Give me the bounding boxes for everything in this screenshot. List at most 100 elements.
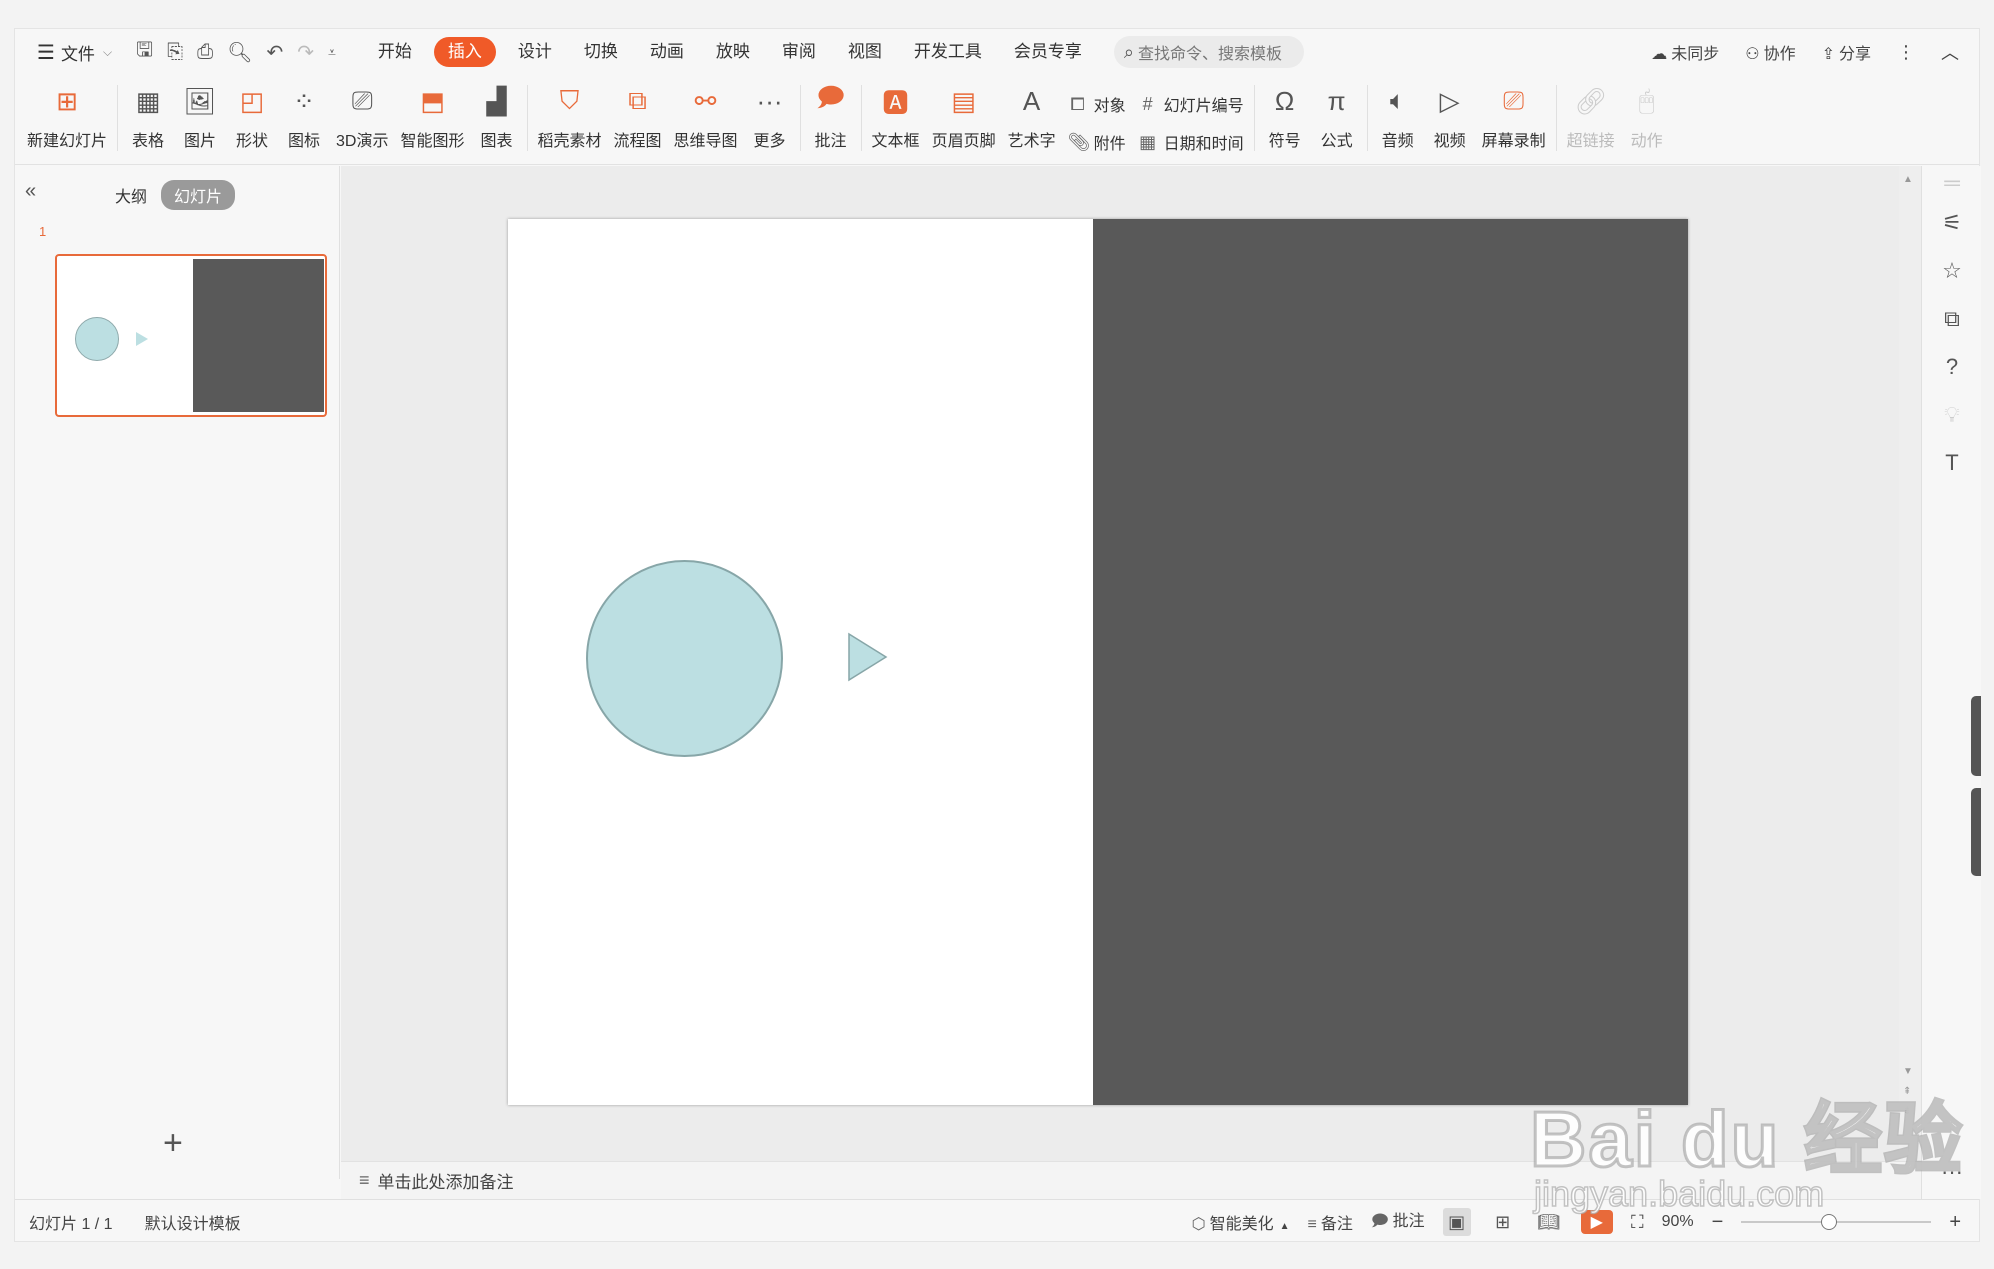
collab-button[interactable]: ⚇ 协作 xyxy=(1745,40,1795,64)
audio-button[interactable]: 🔈︎ 音频 xyxy=(1372,75,1424,159)
screen-record-button[interactable]: ⎚ 屏幕录制 xyxy=(1476,75,1552,159)
sync-button[interactable]: ☁ 未同步 xyxy=(1651,40,1719,64)
more-options-icon[interactable]: ⋮ xyxy=(1897,42,1915,63)
comment-button[interactable]: 🗩 批注 xyxy=(805,75,857,159)
notes-toggle-button[interactable]: ≡ 备注 xyxy=(1308,1210,1353,1234)
tab-design[interactable]: 设计 xyxy=(502,37,568,67)
smartart-button[interactable]: ⬒ 智能图形 xyxy=(394,75,470,159)
video-button[interactable]: ▷ 视频 xyxy=(1424,75,1476,159)
play-slideshow-button[interactable]: ▶ xyxy=(1580,1210,1613,1234)
right-sidebar: ═ ⚟ ☆ ⧉ ? 💡︎ T ··· xyxy=(1921,166,1981,1199)
slide-number-button[interactable]: # 幻灯片编号 xyxy=(1138,92,1244,116)
mindmap-button[interactable]: ⚯ 思维导图 xyxy=(668,75,744,159)
zoom-slider[interactable] xyxy=(1741,1214,1932,1230)
picture-button[interactable]: 🖼︎ 图片 xyxy=(174,75,226,159)
collapse-panel-icon[interactable]: « xyxy=(25,180,36,203)
more-button[interactable]: ··· 更多 xyxy=(744,75,796,159)
zoom-level[interactable]: 90% xyxy=(1662,1213,1694,1231)
dark-rectangle-shape[interactable] xyxy=(1093,219,1688,1105)
tab-view[interactable]: 视图 xyxy=(832,37,898,67)
attachment-button[interactable]: 📎︎ 附件 xyxy=(1068,130,1126,154)
collapse-ribbon-icon[interactable]: ︿ xyxy=(1941,39,1959,65)
triangle-shape[interactable] xyxy=(848,632,888,682)
video-icon: ▷ xyxy=(1439,85,1460,116)
search-box[interactable]: ⌕ 查找命令、搜索模板 xyxy=(1113,36,1304,68)
tab-member[interactable]: 会员专享 xyxy=(998,37,1098,67)
format-painter-icon[interactable]: ⎘ xyxy=(167,41,183,64)
star-icon[interactable]: ☆ xyxy=(1940,258,1964,284)
scroll-down-icon[interactable]: ▼ xyxy=(1903,1066,1913,1077)
textbox-button[interactable]: 🅰︎ 文本框 xyxy=(866,75,926,159)
slide[interactable] xyxy=(508,219,1688,1105)
redo-icon[interactable]: ↷ xyxy=(297,40,314,65)
icon-button[interactable]: ⁘ 图标 xyxy=(278,75,330,159)
hyperlink-button[interactable]: 🔗︎ 超链接 xyxy=(1561,75,1621,159)
fit-window-icon[interactable]: ⛶ xyxy=(1631,1212,1644,1233)
undo-icon[interactable]: ↶ xyxy=(266,40,283,65)
symbol-button[interactable]: Ω 符号 xyxy=(1259,75,1311,159)
tab-transitions[interactable]: 切换 xyxy=(568,37,634,67)
3d-demo-button[interactable]: ⎚ 3D演示 xyxy=(330,75,394,159)
more-dots-icon[interactable]: ··· xyxy=(1940,1159,1964,1185)
layers-icon[interactable]: ⧉ xyxy=(1940,306,1964,332)
object-button[interactable]: ⧠ 对象 xyxy=(1068,92,1125,116)
smart-beautify-button[interactable]: ⬡ 智能美化 ▲ xyxy=(1192,1210,1290,1234)
print-icon[interactable]: ⎙ xyxy=(197,41,213,64)
textbox-icon: 🅰︎ xyxy=(882,87,909,118)
reading-view-icon[interactable]: 📖︎ xyxy=(1535,1208,1563,1236)
vertical-scrollbar[interactable]: ▲ ▼ ⇞ ⇟ xyxy=(1899,166,1921,1161)
text-icon[interactable]: T xyxy=(1940,450,1964,476)
flowchart-icon: ⧉ xyxy=(628,85,647,115)
header-footer-button[interactable]: ▤ 页眉页脚 xyxy=(926,75,1002,159)
action-button[interactable]: 🖱︎ 动作 xyxy=(1621,75,1673,159)
comments-toggle-button[interactable]: 🗩 批注 xyxy=(1371,1207,1425,1237)
slide-thumbnail[interactable] xyxy=(55,254,327,417)
side-panel-handle[interactable] xyxy=(1971,696,1981,776)
date-time-button[interactable]: ▦ 日期和时间 xyxy=(1138,130,1244,154)
help-icon[interactable]: ? xyxy=(1940,354,1964,380)
tab-insert[interactable]: 插入 xyxy=(433,37,496,67)
material-label: 稻壳素材 xyxy=(537,133,602,150)
shape-button[interactable]: ◰ 形状 xyxy=(226,75,278,159)
table-button[interactable]: ▦ 表格 xyxy=(122,75,174,159)
tab-developer[interactable]: 开发工具 xyxy=(898,37,998,67)
template-name[interactable]: 默认设计模板 xyxy=(145,1210,241,1234)
chart-button[interactable]: ▟ 图表 xyxy=(471,75,523,159)
zoom-out-icon[interactable]: − xyxy=(1712,1211,1724,1234)
new-slide-button[interactable]: ⊞ 新建幻灯片 xyxy=(21,75,113,159)
file-menu[interactable]: ☰ 文件 ⌵ xyxy=(27,37,122,67)
share-label: 分享 xyxy=(1838,46,1871,63)
lightbulb-icon[interactable]: 💡︎ xyxy=(1940,402,1964,428)
tab-home[interactable]: 开始 xyxy=(362,37,428,67)
print-preview-icon[interactable]: 🔍︎ xyxy=(227,40,252,65)
circle-shape[interactable] xyxy=(586,560,783,757)
side-panel-handle[interactable] xyxy=(1971,788,1981,876)
wordart-button[interactable]: A 艺术字 xyxy=(1002,75,1062,159)
prev-slide-icon[interactable]: ⇞ xyxy=(1903,1086,1911,1097)
tab-animations[interactable]: 动画 xyxy=(634,37,700,67)
notes-placeholder: 单击此处添加备注 xyxy=(377,1173,514,1192)
tab-outline[interactable]: 大纲 xyxy=(115,183,147,207)
properties-icon[interactable]: ⚟ xyxy=(1940,210,1964,236)
formula-label: 公式 xyxy=(1320,133,1353,150)
material-button[interactable]: ⛉ 稻壳素材 xyxy=(532,75,608,159)
share-button[interactable]: ⇪ 分享 xyxy=(1822,40,1871,64)
notes-bar[interactable]: ≡ 单击此处添加备注 xyxy=(341,1161,1921,1199)
ribbon-divider xyxy=(799,85,801,151)
slide-sorter-view-icon[interactable]: ⊞ xyxy=(1489,1208,1517,1236)
tab-slideshow[interactable]: 放映 xyxy=(700,37,766,67)
normal-view-icon[interactable]: ▣ xyxy=(1442,1208,1471,1236)
tab-review[interactable]: 审阅 xyxy=(766,37,832,67)
scroll-up-icon[interactable]: ▲ xyxy=(1903,174,1913,185)
flowchart-button[interactable]: ⧉ 流程图 xyxy=(608,75,668,159)
tab-slides[interactable]: 幻灯片 xyxy=(161,180,236,210)
save-icon[interactable]: 🖫 xyxy=(136,35,153,69)
customize-toolbar-icon[interactable]: ⩡ xyxy=(328,44,336,61)
zoom-in-icon[interactable]: + xyxy=(1949,1211,1961,1234)
shape-label: 形状 xyxy=(236,133,269,150)
zoom-slider-knob[interactable] xyxy=(1821,1214,1838,1230)
formula-button[interactable]: π 公式 xyxy=(1311,75,1363,159)
add-slide-icon[interactable]: + xyxy=(163,1126,183,1160)
notes-toggle-label: 备注 xyxy=(1320,1216,1353,1233)
next-slide-icon[interactable]: ⇟ xyxy=(1903,1106,1911,1117)
